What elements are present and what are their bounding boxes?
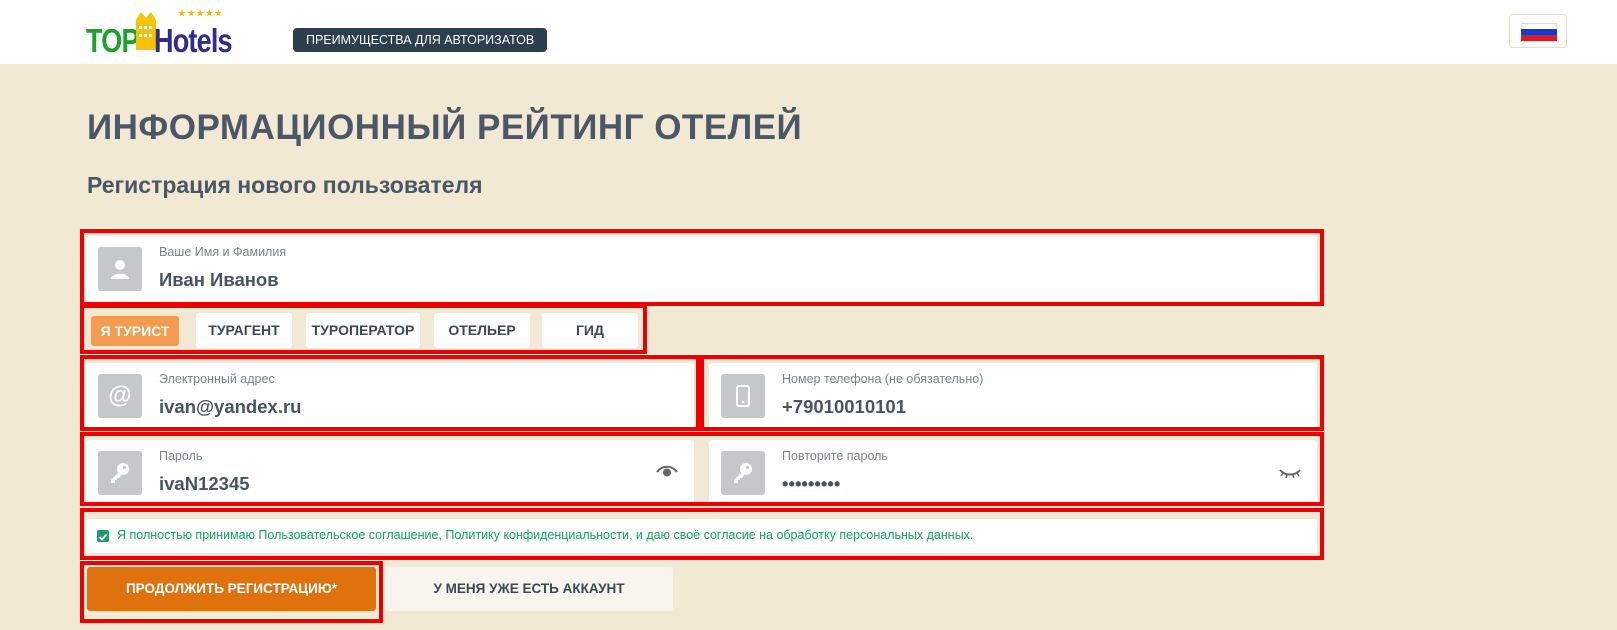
logo-stars: ★★★★★ bbox=[178, 8, 224, 18]
highlight-continue bbox=[80, 561, 383, 623]
highlight-roles bbox=[80, 304, 647, 354]
tophotels-logo[interactable]: TOP Hotels ★★★★★ bbox=[86, 8, 236, 59]
logo-text-hotels: Hotels bbox=[154, 22, 233, 59]
highlight-email bbox=[80, 355, 700, 431]
page-title: ИНФОРМАЦИОННЫЙ РЕЙТИНГ ОТЕЛЕЙ bbox=[87, 108, 803, 147]
page-subtitle: Регистрация нового пользователя bbox=[87, 172, 483, 198]
highlight-phone bbox=[700, 355, 1324, 431]
highlight-name bbox=[80, 229, 1324, 306]
logo-text-top: TOP bbox=[86, 22, 140, 59]
site-header: TOP Hotels ★★★★★ ПРЕИМУЩЕСТВА ДЛЯ АВТОРИ… bbox=[0, 0, 1617, 64]
russia-flag-icon bbox=[1521, 23, 1557, 41]
language-button[interactable] bbox=[1509, 14, 1567, 48]
highlight-passwords bbox=[80, 432, 1324, 506]
have-account-button[interactable]: У МЕНЯ УЖЕ ЕСТЬ АККАУНТ bbox=[385, 567, 673, 611]
perks-button[interactable]: ПРЕИМУЩЕСТВА ДЛЯ АВТОРИЗАТОВ bbox=[293, 28, 548, 52]
highlight-agreement bbox=[80, 508, 1324, 560]
